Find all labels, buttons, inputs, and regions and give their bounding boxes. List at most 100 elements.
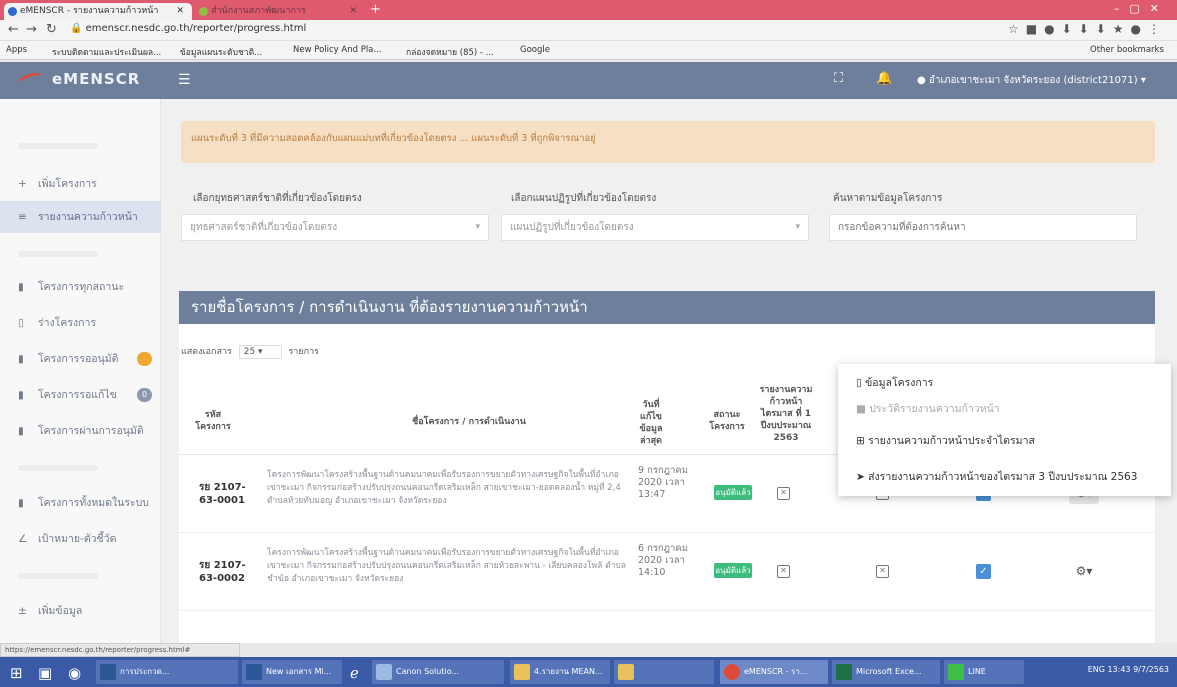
sidebar-item-label: โครงการรอแก้ไข (38, 389, 117, 401)
sidebar-item-all-projects[interactable]: ▮ โครงการทั้งหมดในระบบ (0, 487, 161, 519)
taskbar-app[interactable]: การประกวด... (96, 660, 238, 684)
sidebar-item-pending[interactable]: ▮ โครงการรออนุมัติ (0, 343, 161, 375)
calendar-icon[interactable]: ✕ (876, 565, 889, 578)
sidebar-item-label: ร่างโครงการ (38, 317, 96, 329)
menu-icon[interactable]: ☰ (178, 72, 191, 88)
col-header-report[interactable]: รายงานความ ก้าวหน้าไตรมาส ที่ 1 ปีงบประม… (757, 384, 815, 444)
col-header-name[interactable]: ชื่อโครงการ / การดำเนินงาน (339, 416, 599, 428)
url-field[interactable]: 🔒 emenscr.nesdc.go.th/reporter/progress.… (70, 23, 306, 34)
project-name[interactable]: โครงการพัฒนาโครงสร้างพื้นฐานด้านคมนาคมเพ… (267, 469, 627, 508)
bookmark-item[interactable]: ระบบติดตามและประเมินผล... (52, 45, 161, 59)
row-action-dropdown: ▯ ข้อมูลโครงการ ■ ประวัติรายงานความก้าวห… (838, 364, 1171, 496)
taskbar-app[interactable]: 4.รายงาน MEAN... (510, 660, 610, 684)
bookmarks-bar: Apps ระบบติดตามและประเมินผล... ข้อมูลแผน… (0, 41, 1177, 60)
back-icon[interactable]: ← (8, 22, 19, 37)
taskbar-app[interactable] (614, 660, 714, 684)
col-header-status[interactable]: สถานะ โครงการ (705, 409, 749, 433)
calendar-icon[interactable]: ✕ (777, 565, 790, 578)
taskbar-app-label: การประกวด... (120, 667, 170, 676)
sidebar-item-to-edit[interactable]: ▮ โครงการรอแก้ไข 0 (0, 379, 161, 411)
bookmark-item[interactable]: Google (520, 45, 550, 55)
taskbar-app[interactable]: New เอกสาร Mi... (242, 660, 342, 684)
document-icon: ▯ (18, 317, 24, 329)
close-icon[interactable]: ✕ (176, 3, 184, 20)
taskbar-app-label: 4.รายงาน MEAN... (534, 667, 603, 676)
bell-icon[interactable]: 🔔 (876, 71, 892, 86)
strategy-select[interactable]: ยุทธศาสตร์ชาติที่เกี่ยวข้องโดยตรง ▾ (181, 214, 489, 241)
bookmark-apps[interactable]: Apps (6, 45, 27, 55)
menu-item-submit-q3[interactable]: ➤ ส่งรายงานความก้าวหน้าของไตรมาส 3 ปีงบป… (856, 468, 1137, 485)
sidebar-item-all-status[interactable]: ▮ โครงการทุกสถานะ (0, 271, 161, 303)
document-icon: ▮ (18, 353, 24, 365)
taskbar-app[interactable]: LINE (944, 660, 1024, 684)
taskbar-app-label: Canon Solutio... (396, 667, 460, 676)
tab-title: eMENSCR - รายงานความก้าวหน้า (20, 6, 159, 16)
menu-item-progress-history[interactable]: ■ ประวัติรายงานความก้าวหน้า (856, 400, 1000, 417)
reload-icon[interactable]: ↻ (46, 22, 57, 37)
sidebar-divider (18, 251, 98, 257)
windows-start-icon[interactable]: ⊞ (10, 664, 23, 682)
length-select[interactable]: 25 ▾ (238, 345, 282, 359)
document-icon: ▮ (18, 389, 24, 401)
sidebar-item-goals[interactable]: ∠ เป้าหมาย-ตัวชี้วัด (0, 523, 161, 555)
sidebar-item-label: โครงการทั้งหมดในระบบ (38, 497, 149, 509)
browser-tab-other[interactable]: สำนักงานสภาพัฒนาการ ✕ (195, 3, 365, 20)
sidebar-item-label: โครงการทุกสถานะ (38, 281, 125, 293)
pending-badge (137, 352, 152, 366)
bookmark-item[interactable]: ข้อมูลแผนระดับชาติ... (180, 45, 262, 59)
last-edited-date: 9 กรกฎาคม 2020 เวลา 13:47 (638, 465, 689, 500)
taskbar-app[interactable]: Microsoft Exce... (832, 660, 940, 684)
project-name[interactable]: โครงการพัฒนาโครงสร้างพื้นฐานด้านคมนาคมเพ… (267, 547, 627, 586)
chrome-icon[interactable]: ◉ (68, 664, 81, 682)
browser-tab-active[interactable]: eMENSCR - รายงานความก้าวหน้า ✕ (4, 3, 192, 20)
sidebar-item-progress-report[interactable]: ≡ รายงานความก้าวหน้า (0, 201, 161, 233)
last-edited-date: 6 กรกฎาคม 2020 เวลา 14:10 (638, 543, 689, 578)
calendar-icon[interactable]: ✕ (777, 487, 790, 500)
extension-icons[interactable]: ☆■●⬇⬇⬇★●⋮ (1008, 22, 1167, 36)
chevron-down-icon: ▾ (795, 222, 800, 232)
app-logo[interactable]: eMENSCR (52, 70, 140, 88)
sidebar-divider (18, 465, 98, 471)
col-header-date[interactable]: วันที่ แก้ไข ข้อมูล ล่าสุด (635, 399, 667, 447)
taskbar-app-label: eMENSCR - รา... (744, 667, 808, 676)
favicon-icon (199, 7, 208, 16)
sidebar-item-add-data[interactable]: ± เพิ่มข้อมูล (0, 595, 161, 627)
favicon-icon (8, 7, 17, 16)
checkbox-checked-icon[interactable]: ✓ (976, 564, 991, 579)
length-value: 25 (243, 347, 256, 357)
chrome-icon (724, 664, 740, 680)
search-input[interactable] (829, 214, 1137, 241)
gear-dropdown-button[interactable]: ⚙▾ (1069, 560, 1099, 582)
forward-icon[interactable]: → (26, 22, 37, 37)
reform-plan-select[interactable]: แผนปฏิรูปที่เกี่ยวข้องโดยตรง ▾ (501, 214, 809, 241)
new-tab-icon[interactable]: + (370, 2, 381, 17)
task-view-icon[interactable]: ▣ (38, 664, 52, 682)
taskbar-app[interactable]: Canon Solutio... (372, 660, 504, 684)
user-menu[interactable]: ● อำเภอเขาชะเมา จังหวัดระยอง (district21… (917, 73, 1146, 88)
menu-item-quarterly-report[interactable]: ⊞ รายงานความก้าวหน้าประจำไตรมาส (856, 432, 1035, 449)
col-header-code[interactable]: รหัส โครงการ (193, 409, 233, 433)
bookmark-item[interactable]: กล่องจดหมาย (85) - ... (406, 45, 494, 59)
taskbar-app[interactable]: eMENSCR - รา... (720, 660, 828, 684)
sidebar-item-add-project[interactable]: + เพิ่มโครงการ (0, 168, 161, 200)
sidebar-item-approved[interactable]: ▮ โครงการผ่านการอนุมัติ (0, 415, 161, 447)
folder-icon (514, 664, 530, 680)
folder-icon (618, 664, 634, 680)
document-icon: ▮ (18, 425, 24, 437)
sidebar-item-draft[interactable]: ▯ ร่างโครงการ (0, 307, 161, 339)
bookmark-item[interactable]: New Policy And Pla... (293, 45, 382, 55)
menu-item-project-info[interactable]: ▯ ข้อมูลโครงการ (856, 374, 933, 391)
menu-item-label: ส่งรายงานความก้าวหน้าของไตรมาส 3 ปีงบประ… (868, 471, 1138, 483)
other-bookmarks[interactable]: Other bookmarks (1090, 45, 1164, 55)
window-controls[interactable]: –▢✕ (1114, 2, 1169, 15)
browser-tab-strip: eMENSCR - รายงานความก้าวหน้า ✕ สำนักงานส… (0, 0, 1177, 20)
close-icon[interactable]: ✕ (349, 3, 357, 20)
project-code: รย 2107-63-0002 (199, 560, 246, 584)
ie-icon[interactable]: ℯ (350, 664, 359, 682)
system-tray[interactable]: ENG 13:43 9/7/2563 (1088, 665, 1169, 674)
table-panel-title: รายชื่อโครงการ / การดำเนินงาน ที่ต้องราย… (179, 291, 1155, 324)
status-badge: อนุมัติแล้ว (714, 563, 752, 578)
taskbar-app-label: LINE (968, 667, 986, 676)
fullscreen-icon[interactable]: ⛶ (834, 71, 843, 86)
word-icon (246, 664, 262, 680)
